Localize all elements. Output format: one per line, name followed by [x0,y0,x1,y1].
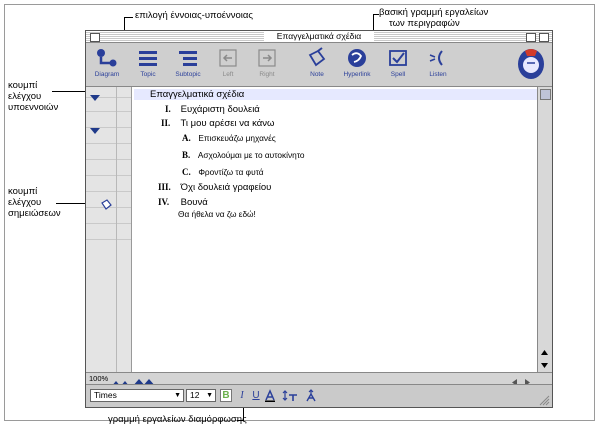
note-button[interactable]: Note [299,47,335,83]
spell-check-icon [389,50,407,66]
main-toolbar: Diagram Topic Subtopic Left Right Note H… [86,43,552,87]
callout-main-toolbar-1: βασική γραμμή εργαλείων [379,7,489,18]
text-color-icon [265,389,275,402]
vertical-scrollbar[interactable] [537,87,552,372]
diagram-button[interactable]: Diagram [89,47,125,83]
note-icon [308,47,326,67]
scroll-thumb[interactable] [540,89,551,100]
topic-button[interactable]: Topic [130,47,166,83]
hyperlink-icon [348,49,366,67]
callout-subconcept-3: υποεννοιών [8,102,59,113]
triangle-down-icon [90,95,100,101]
subtopic-icon [179,51,197,66]
zoom-box[interactable] [526,33,536,42]
subtopic-button[interactable]: Subtopic [170,47,206,83]
font-size-select[interactable]: 12 ▼ [186,389,216,402]
bold-button[interactable]: B [220,389,232,402]
outline-item[interactable]: II. Τι μου αρέσει να κάνω [161,118,274,129]
scroll-left-arrow[interactable] [510,374,519,386]
diagram-icon [97,49,117,67]
arrow-right-icon [258,49,276,67]
window-title: Επαγγελματικά σχέδια [264,31,374,42]
callout-notes-2: ελέγχου [8,197,42,208]
dropdown-arrow-icon: ▼ [206,392,213,399]
hyperlink-button[interactable]: Hyperlink [339,47,375,83]
triangle-down-icon [90,128,100,134]
callout-main-toolbar-2: των περιγραφών [389,18,460,29]
subtopic-toggle-button[interactable] [90,89,100,101]
arrow-left-icon [219,49,237,67]
note-icon [101,199,112,210]
outline-item[interactable]: I. Ευχάριστη δουλειά [165,104,260,115]
listen-icon [429,50,443,66]
outline-item[interactable]: B. Ασχολούμαι με το αυτοκίνητο [182,150,305,160]
zoom-buttons[interactable] [110,374,156,387]
collapse-box[interactable] [539,33,549,42]
note-toggle-button[interactable] [100,197,112,210]
zoom-level[interactable]: 100% [89,373,108,384]
status-bar: 100% [86,372,552,387]
callout-format-toolbar: γραμμή εργαλείων διαμόρφωσης [108,414,247,425]
underline-button[interactable]: U [250,389,262,402]
outline-sidebar [86,87,132,372]
outline-item[interactable]: A. Επισκευάζω μηχανές [182,133,276,143]
app-logo [516,47,546,81]
scroll-up-arrow[interactable] [540,344,549,355]
title-bar[interactable]: Επαγγελματικά σχέδια [86,31,552,43]
spell-button[interactable]: Spell [380,47,416,83]
outline-item[interactable]: C. Φροντίζω τα φυτά [182,167,264,177]
topic-icon [139,51,157,66]
outline-content[interactable]: Επαγγελματικά σχέδια I. Ευχάριστη δουλει… [132,87,537,372]
line-spacing-icon [282,390,297,401]
callout-subconcept-1: κουμπί [8,80,38,91]
close-box[interactable] [90,33,100,42]
subtopic-toggle-button-2[interactable] [90,122,100,134]
format-toolbar: Times ▼ 12 ▼ B I U [86,384,552,407]
line-spacing-button[interactable] [282,389,298,402]
listen-button[interactable]: Listen [420,47,456,83]
font-select[interactable]: Times ▼ [90,389,184,402]
callout-notes-3: σημειώσεων [8,208,61,219]
triangle-down-icon [541,363,548,368]
callout-subconcept-2: ελέγχου [8,91,42,102]
inspiration-logo-icon [518,49,544,79]
app-window: Επαγγελματικά σχέδια Diagram Topic Subto… [85,30,553,408]
callout-concept-subconcept: επιλογή έννοιας-υποέννοιας [135,10,253,21]
resize-grip-icon [539,395,550,406]
outline-title[interactable]: Επαγγελματικά σχέδια [150,89,244,100]
resize-grip[interactable] [538,393,550,406]
italic-button[interactable]: I [236,389,248,402]
dropdown-arrow-icon: ▼ [174,392,181,399]
text-size-icon [306,389,316,402]
right-button[interactable]: Right [249,47,285,83]
outline-item[interactable]: IV. Βουνά [158,197,208,208]
text-size-button[interactable] [304,389,318,402]
callout-notes-1: κουμπί [8,186,38,197]
outline-item[interactable]: III. Όχι δουλειά γραφείου [158,182,271,193]
scroll-down-arrow[interactable] [540,357,549,368]
left-button[interactable]: Left [210,47,246,83]
scroll-right-arrow[interactable] [523,374,532,386]
outline-note[interactable]: Θα ήθελα να ζω εδώ! [178,209,256,219]
text-color-button[interactable] [264,389,276,402]
triangle-up-icon [541,350,548,355]
